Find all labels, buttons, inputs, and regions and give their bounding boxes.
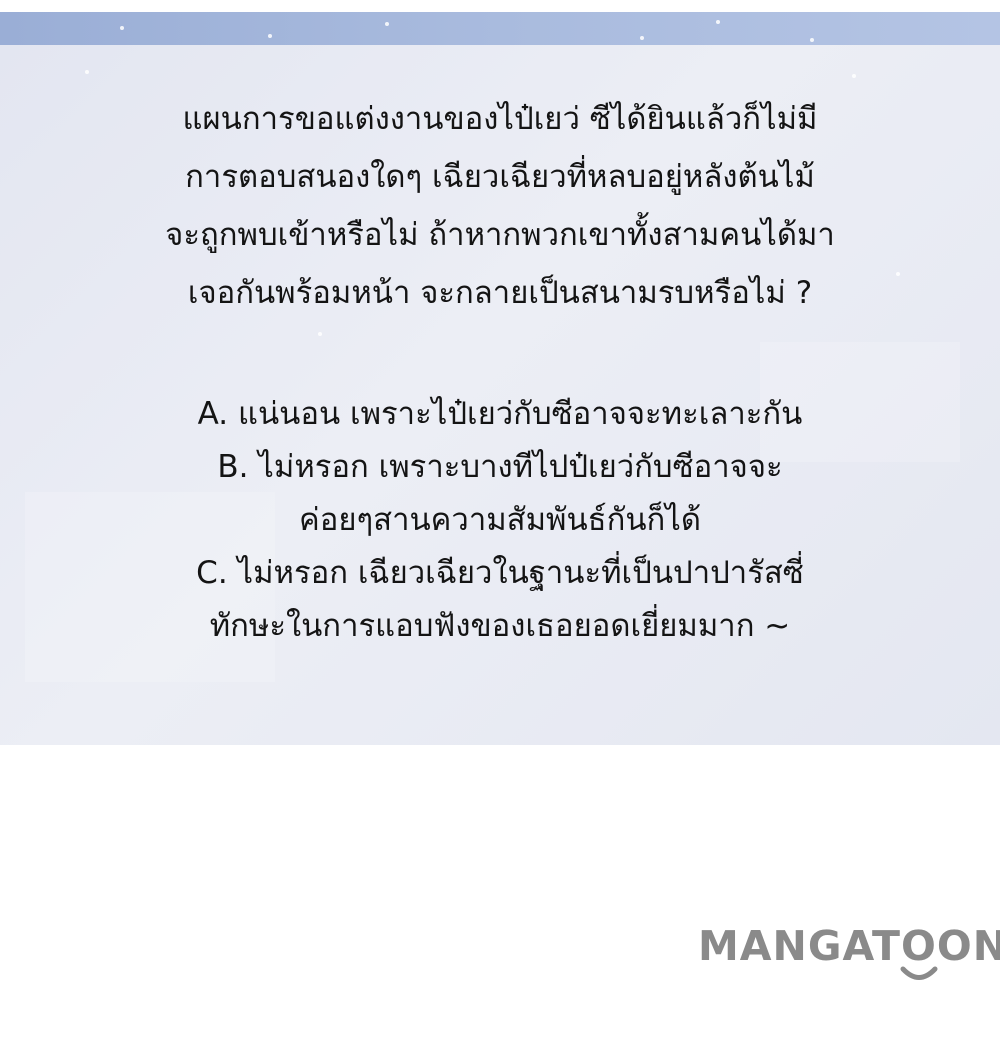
watermark-text: MANGATOON — [698, 922, 1000, 970]
mangatoon-watermark: MANGATOON — [698, 922, 1000, 992]
smile-icon — [900, 966, 938, 980]
page: แผนการขอแต่งงานของไป๋เยว่ ซีได้ยินแล้วก็… — [0, 0, 1000, 1040]
option-b-continued: ค่อยๆสานความสัมพันธ์กันก็ได้ — [298, 502, 702, 538]
question-line: แผนการขอแต่งงานของไป๋เยว่ ซีได้ยินแล้วก็… — [182, 101, 818, 137]
sparkle-icon — [268, 34, 272, 38]
option-a: A. แน่นอน เพราะไป๋เยว่กับซีอาจจะทะเลาะกั… — [197, 396, 803, 432]
option-b: B. ไม่หรอก เพราะบางทีไปป๋เยว่กับซีอาจจะ — [217, 449, 783, 485]
question-line: จะถูกพบเข้าหรือไม่ ถ้าหากพวกเขาทั้งสามคน… — [165, 217, 835, 253]
sparkle-icon — [640, 36, 644, 40]
sparkle-icon — [852, 74, 856, 78]
sparkle-icon — [318, 332, 322, 336]
sparkle-icon — [385, 22, 389, 26]
sparkle-icon — [120, 26, 124, 30]
sparkle-icon — [85, 70, 89, 74]
question-text: แผนการขอแต่งงานของไป๋เยว่ ซีได้ยินแล้วก็… — [40, 90, 960, 322]
panel-top-band — [0, 12, 1000, 45]
answer-options: A. แน่นอน เพราะไป๋เยว่กับซีอาจจะทะเลาะกั… — [40, 388, 960, 653]
question-line: เจอกันพร้อมหน้า จะกลายเป็นสนามรบหรือไม่ … — [187, 275, 813, 311]
option-c: C. ไม่หรอก เฉียวเฉียวในฐานะที่เป็นปาปารั… — [196, 555, 804, 591]
sparkle-icon — [810, 38, 814, 42]
sparkle-icon — [716, 20, 720, 24]
question-line: การตอบสนองใดๆ เฉียวเฉียวที่หลบอยู่หลังต้… — [185, 159, 815, 195]
option-c-continued: ทักษะในการแอบฟังของเธอยอดเยี่ยมมาก ~ — [209, 608, 791, 644]
top-margin — [0, 0, 1000, 12]
